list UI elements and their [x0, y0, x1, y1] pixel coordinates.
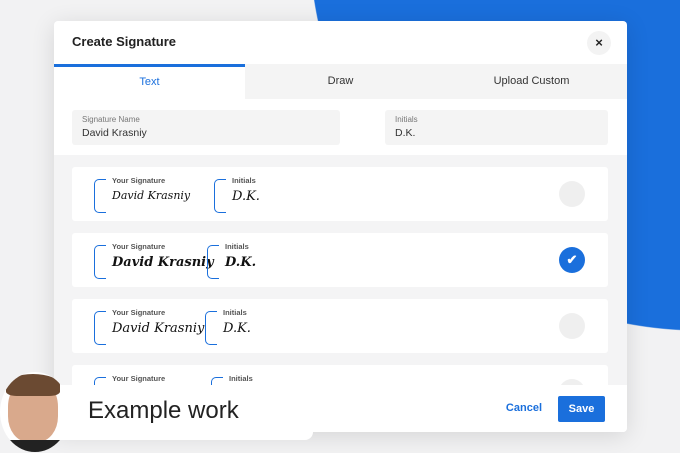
initials-value: D.K. — [395, 127, 416, 139]
initials-label: Initials — [395, 115, 418, 124]
example-work-badge: Example work — [55, 385, 313, 440]
initials-preview: D.K. — [225, 255, 257, 270]
select-radio[interactable] — [559, 181, 585, 207]
tab-text[interactable]: Text — [54, 64, 245, 99]
bracket-icon — [205, 311, 217, 345]
tab-draw[interactable]: Draw — [245, 64, 436, 99]
save-button[interactable]: Save — [558, 396, 605, 422]
signature-option-4[interactable]: Your Signature Initials — [72, 365, 608, 385]
signature-caption: Your Signature — [110, 242, 168, 251]
avatar-shirt — [4, 440, 64, 452]
signature-name-label: Signature Name — [82, 115, 140, 124]
modal-title: Create Signature — [72, 34, 177, 49]
signature-option-3[interactable]: Your Signature David Krasniy Initials D.… — [72, 299, 608, 353]
signature-caption: Your Signature — [110, 374, 168, 383]
bracket-icon — [207, 245, 219, 279]
initials-caption: Initials — [223, 242, 251, 251]
initials-caption: Initials — [227, 374, 255, 383]
signature-caption: Your Signature — [110, 308, 168, 317]
signature-options-list: Your Signature David Krasniy Initials D.… — [54, 155, 627, 385]
checkmark-icon[interactable]: ✔ — [559, 247, 585, 273]
bracket-icon — [214, 179, 226, 213]
example-work-label: Example work — [88, 397, 239, 424]
bracket-icon — [94, 245, 106, 279]
signature-preview: David Krasniy — [112, 255, 214, 270]
initials-preview: D.K. — [223, 321, 251, 336]
cancel-button[interactable]: Cancel — [506, 402, 542, 414]
signature-preview: David Krasniy — [112, 321, 205, 336]
bracket-icon — [94, 179, 106, 213]
tab-upload-custom[interactable]: Upload Custom — [436, 64, 627, 99]
bracket-icon — [94, 311, 106, 345]
signature-caption: Your Signature — [110, 176, 168, 185]
initials-caption: Initials — [221, 308, 249, 317]
signature-option-2[interactable]: Your Signature David Krasniy Initials D.… — [72, 233, 608, 287]
bracket-icon — [94, 377, 106, 385]
select-radio[interactable] — [559, 313, 585, 339]
signature-name-field[interactable]: Signature Name David Krasniy — [72, 110, 340, 145]
initials-field[interactable]: Initials D.K. — [385, 110, 608, 145]
signature-preview: David Krasniy — [112, 189, 191, 202]
avatar-hair — [6, 374, 60, 396]
bracket-icon — [211, 377, 223, 385]
tab-bar: Text Draw Upload Custom — [54, 64, 627, 99]
signature-name-value: David Krasniy — [82, 127, 147, 139]
avatar — [0, 372, 70, 452]
create-signature-modal: Create Signature × Text Draw Upload Cust… — [54, 21, 627, 432]
initials-caption: Initials — [230, 176, 258, 185]
signature-option-1[interactable]: Your Signature David Krasniy Initials D.… — [72, 167, 608, 221]
close-icon[interactable]: × — [587, 31, 611, 55]
initials-preview: D.K. — [232, 189, 260, 204]
